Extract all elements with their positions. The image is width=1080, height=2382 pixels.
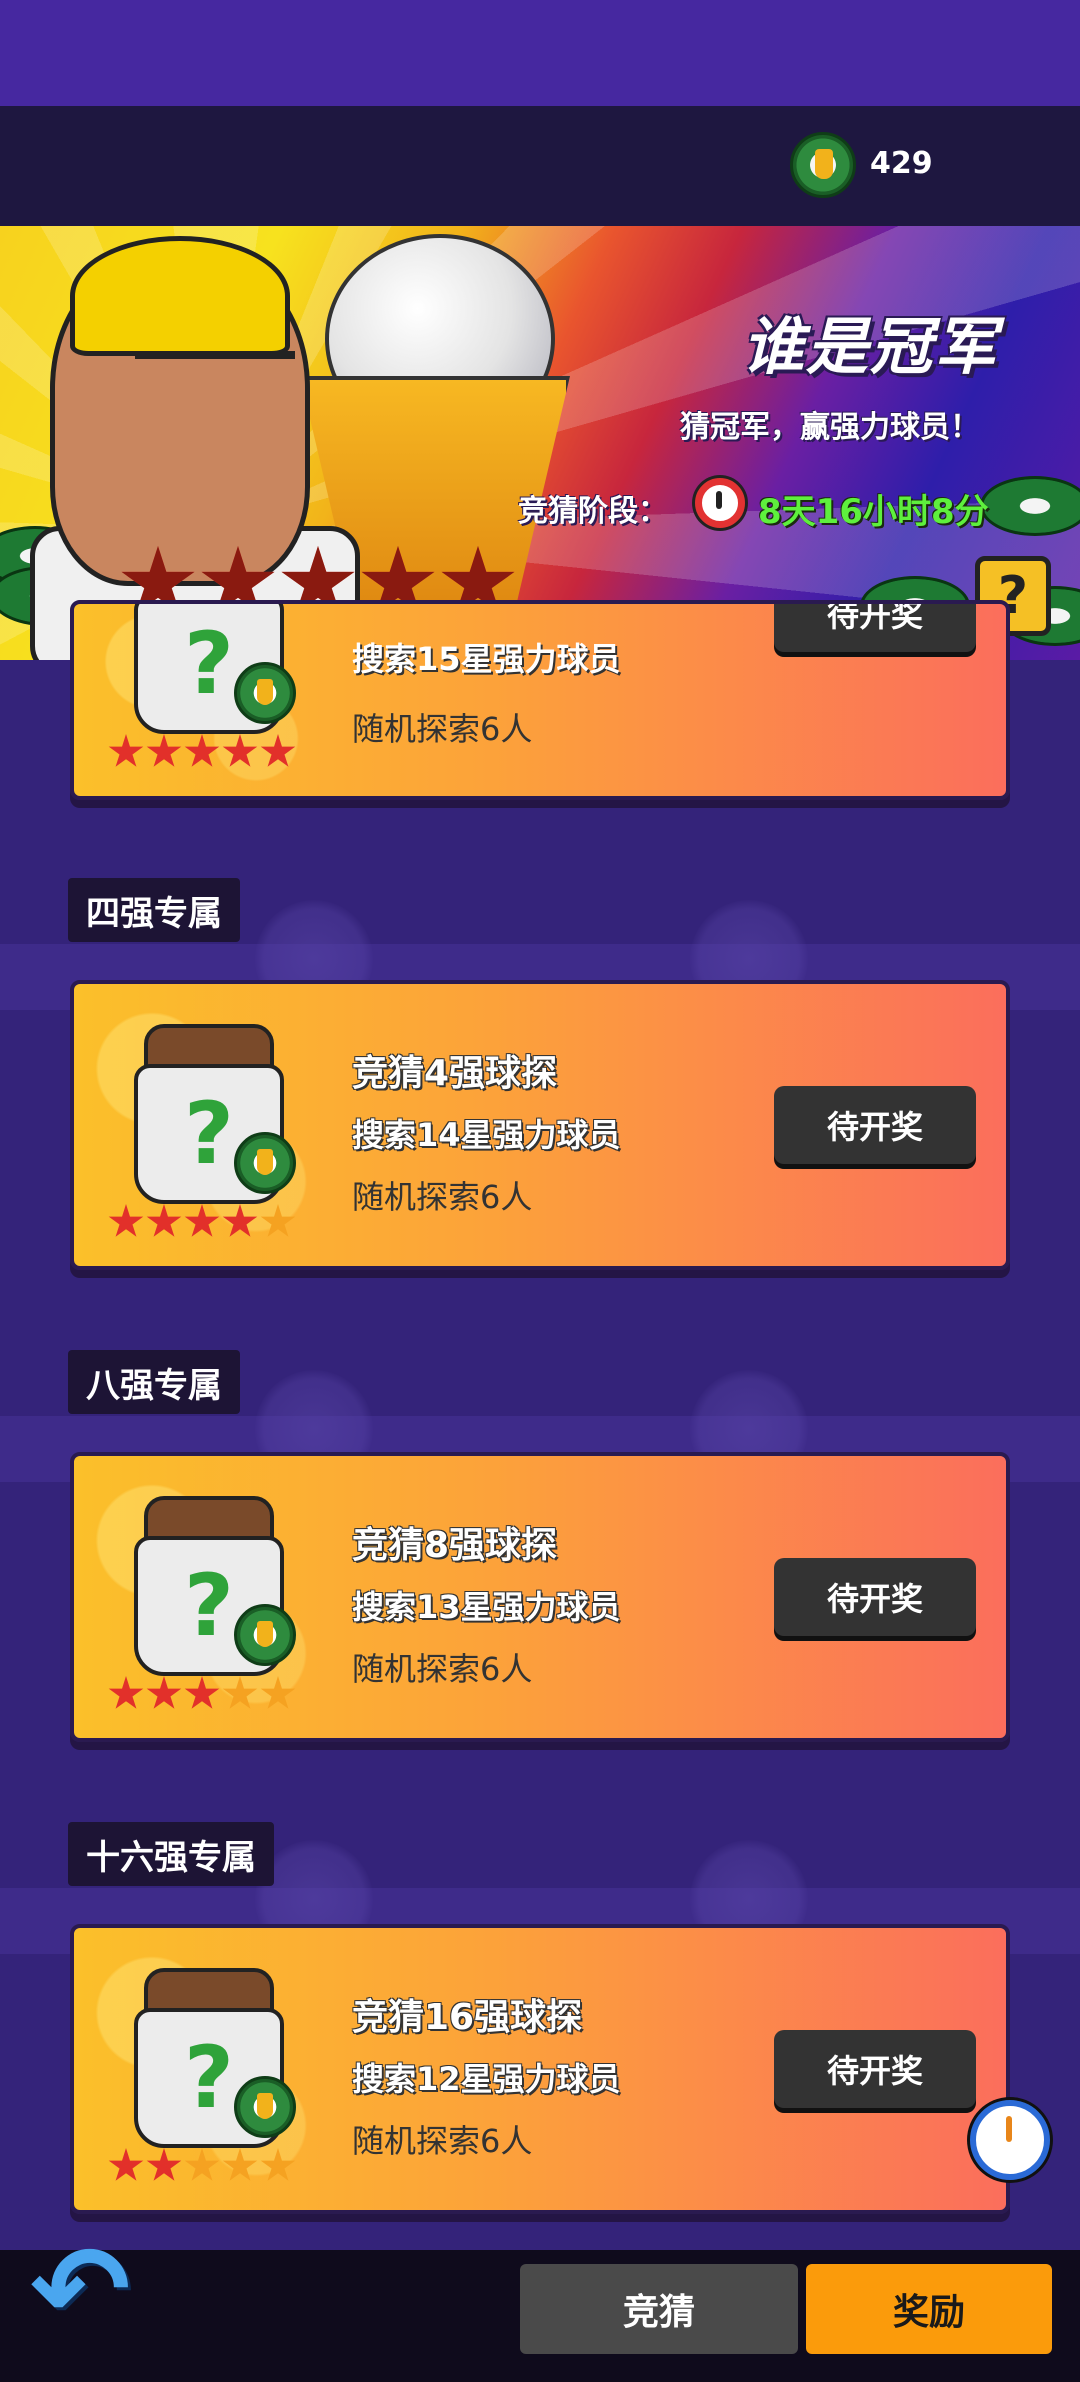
card-subtitle: 搜索13星强力球员 xyxy=(352,1588,621,1626)
star-icon xyxy=(260,2148,296,2181)
mascot-hair xyxy=(70,236,290,356)
back-button[interactable]: ↶ xyxy=(30,2231,160,2351)
star-icon xyxy=(260,1204,296,1237)
currency-value: 429 xyxy=(870,146,933,181)
star-icon xyxy=(146,1204,182,1237)
stopwatch-icon[interactable] xyxy=(970,2100,1050,2180)
star-icon xyxy=(108,734,144,767)
card-title: 竞猜4强球探 xyxy=(352,1053,558,1094)
card-description: 随机探索6人 xyxy=(352,1178,533,1216)
section-tag-top4: 四强专属 xyxy=(68,878,240,942)
trophy-coin-icon xyxy=(234,1604,296,1666)
star-icon xyxy=(146,734,182,767)
countdown-timer: 8天16小时8分 xyxy=(758,492,989,532)
star-icon xyxy=(260,1676,296,1709)
star-icon xyxy=(222,1204,258,1237)
star-icon xyxy=(184,2148,220,2181)
card-title: 竞猜8强球探 xyxy=(352,1525,558,1566)
rating-stars xyxy=(108,1204,296,1240)
trophy-coin-icon xyxy=(234,2076,296,2138)
rating-stars xyxy=(108,2148,296,2184)
star-icon xyxy=(184,734,220,767)
star-icon xyxy=(146,2148,182,2181)
section-tag-top8: 八强专属 xyxy=(68,1350,240,1414)
star-icon xyxy=(108,1676,144,1709)
card-subtitle: 搜索15星强力球员 xyxy=(352,640,621,678)
reward-card: ? 搜索15星强力球员 随机探索6人 待开奖 xyxy=(70,600,1010,800)
champion-banner: 谁是冠军 猜冠军，赢强力球员！ 竞猜阶段： 8天16小时8分 ? xyxy=(0,226,1080,660)
banner-subtitle: 猜冠军，赢强力球员！ xyxy=(680,410,980,445)
banner-title: 谁是冠军 xyxy=(741,310,998,383)
star-icon xyxy=(146,1676,182,1709)
star-icon xyxy=(260,734,296,767)
mystery-player-icon: ? xyxy=(134,1968,296,2148)
mystery-player-icon: ? xyxy=(134,1024,296,1204)
rating-stars xyxy=(108,734,296,770)
card-title: 竞猜16强球探 xyxy=(352,1997,583,2038)
reward-card: ? 竞猜16强球探 搜索12星强力球员 随机探索6人 待开奖 xyxy=(70,1924,1010,2214)
mystery-player-icon: ? xyxy=(134,1496,296,1676)
card-subtitle: 搜索12星强力球员 xyxy=(352,2060,621,2098)
tab-guess[interactable]: 竞猜 xyxy=(520,2264,798,2354)
card-description: 随机探索6人 xyxy=(352,710,533,748)
pending-button[interactable]: 待开奖 xyxy=(774,604,976,652)
star-icon xyxy=(222,734,258,767)
trophy-coin-icon xyxy=(790,132,856,198)
mascot-glasses-icon xyxy=(135,351,295,391)
star-icon xyxy=(222,1676,258,1709)
reward-card: ? 竞猜4强球探 搜索14星强力球员 随机探索6人 待开奖 xyxy=(70,980,1010,1270)
stage-label: 竞猜阶段： xyxy=(518,494,668,529)
pending-button[interactable]: 待开奖 xyxy=(774,1558,976,1636)
pending-button[interactable]: 待开奖 xyxy=(774,2030,976,2108)
card-subtitle: 搜索14星强力球员 xyxy=(352,1116,621,1154)
trophy-coin-icon xyxy=(234,1132,296,1194)
trophy-coin-icon xyxy=(234,662,296,724)
rating-stars xyxy=(108,1676,296,1712)
star-icon xyxy=(184,1204,220,1237)
pending-button[interactable]: 待开奖 xyxy=(774,1086,976,1164)
clock-icon xyxy=(695,478,745,528)
card-description: 随机探索6人 xyxy=(352,2122,533,2160)
card-description: 随机探索6人 xyxy=(352,1650,533,1688)
reward-card: ? 竞猜8强球探 搜索13星强力球员 随机探索6人 待开奖 xyxy=(70,1452,1010,1742)
star-icon xyxy=(222,2148,258,2181)
star-icon xyxy=(108,1204,144,1237)
star-icon xyxy=(184,1676,220,1709)
section-tag-top16: 十六强专属 xyxy=(68,1822,274,1886)
star-icon xyxy=(108,2148,144,2181)
mystery-player-icon: ? xyxy=(134,604,296,734)
top-strip xyxy=(0,0,1080,106)
tab-reward[interactable]: 奖励 xyxy=(806,2264,1052,2354)
chip-icon xyxy=(980,476,1080,536)
